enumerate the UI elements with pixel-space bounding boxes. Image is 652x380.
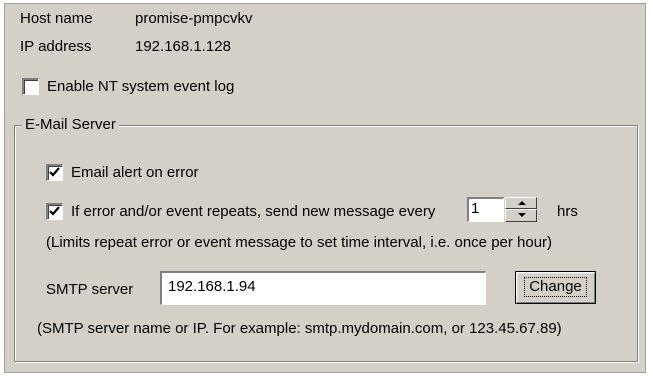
enable-nt-event-log-label[interactable]: Enable NT system event log <box>47 78 234 96</box>
change-button[interactable]: Change <box>515 271 596 304</box>
arrow-up-icon <box>518 201 526 205</box>
checkmark-icon <box>49 206 60 216</box>
email-alert-on-error-checkbox[interactable] <box>46 164 63 181</box>
spin-up-button[interactable] <box>505 197 537 209</box>
repeat-interval-unit: hrs <box>557 203 578 220</box>
smtp-server-input[interactable]: 192.168.1.94 <box>160 271 486 305</box>
host-name-label: Host name <box>20 10 93 27</box>
repeat-message-label[interactable]: If error and/or event repeats, send new … <box>71 203 435 221</box>
ip-address-label: IP address <box>20 38 92 55</box>
enable-nt-event-log-checkbox[interactable] <box>22 78 39 95</box>
email-alert-on-error-label[interactable]: Email alert on error <box>71 164 199 182</box>
repeat-interval-spinner <box>505 197 537 222</box>
repeat-message-checkbox[interactable] <box>46 203 63 220</box>
host-name-value: promise-pmpcvkv <box>135 10 253 27</box>
repeat-interval-input[interactable]: 1 <box>467 197 504 222</box>
ip-address-value: 192.168.1.128 <box>135 38 231 55</box>
change-button-label: Change <box>524 277 587 297</box>
spin-down-button[interactable] <box>505 209 537 222</box>
checkmark-icon <box>49 167 60 177</box>
arrow-down-icon <box>518 213 526 217</box>
repeat-hint: (Limits repeat error or event message to… <box>46 234 553 251</box>
smtp-server-label: SMTP server <box>46 281 134 298</box>
smtp-hint: (SMTP server name or IP. For example: sm… <box>37 320 562 337</box>
email-server-group-label: E-Mail Server <box>22 116 119 134</box>
